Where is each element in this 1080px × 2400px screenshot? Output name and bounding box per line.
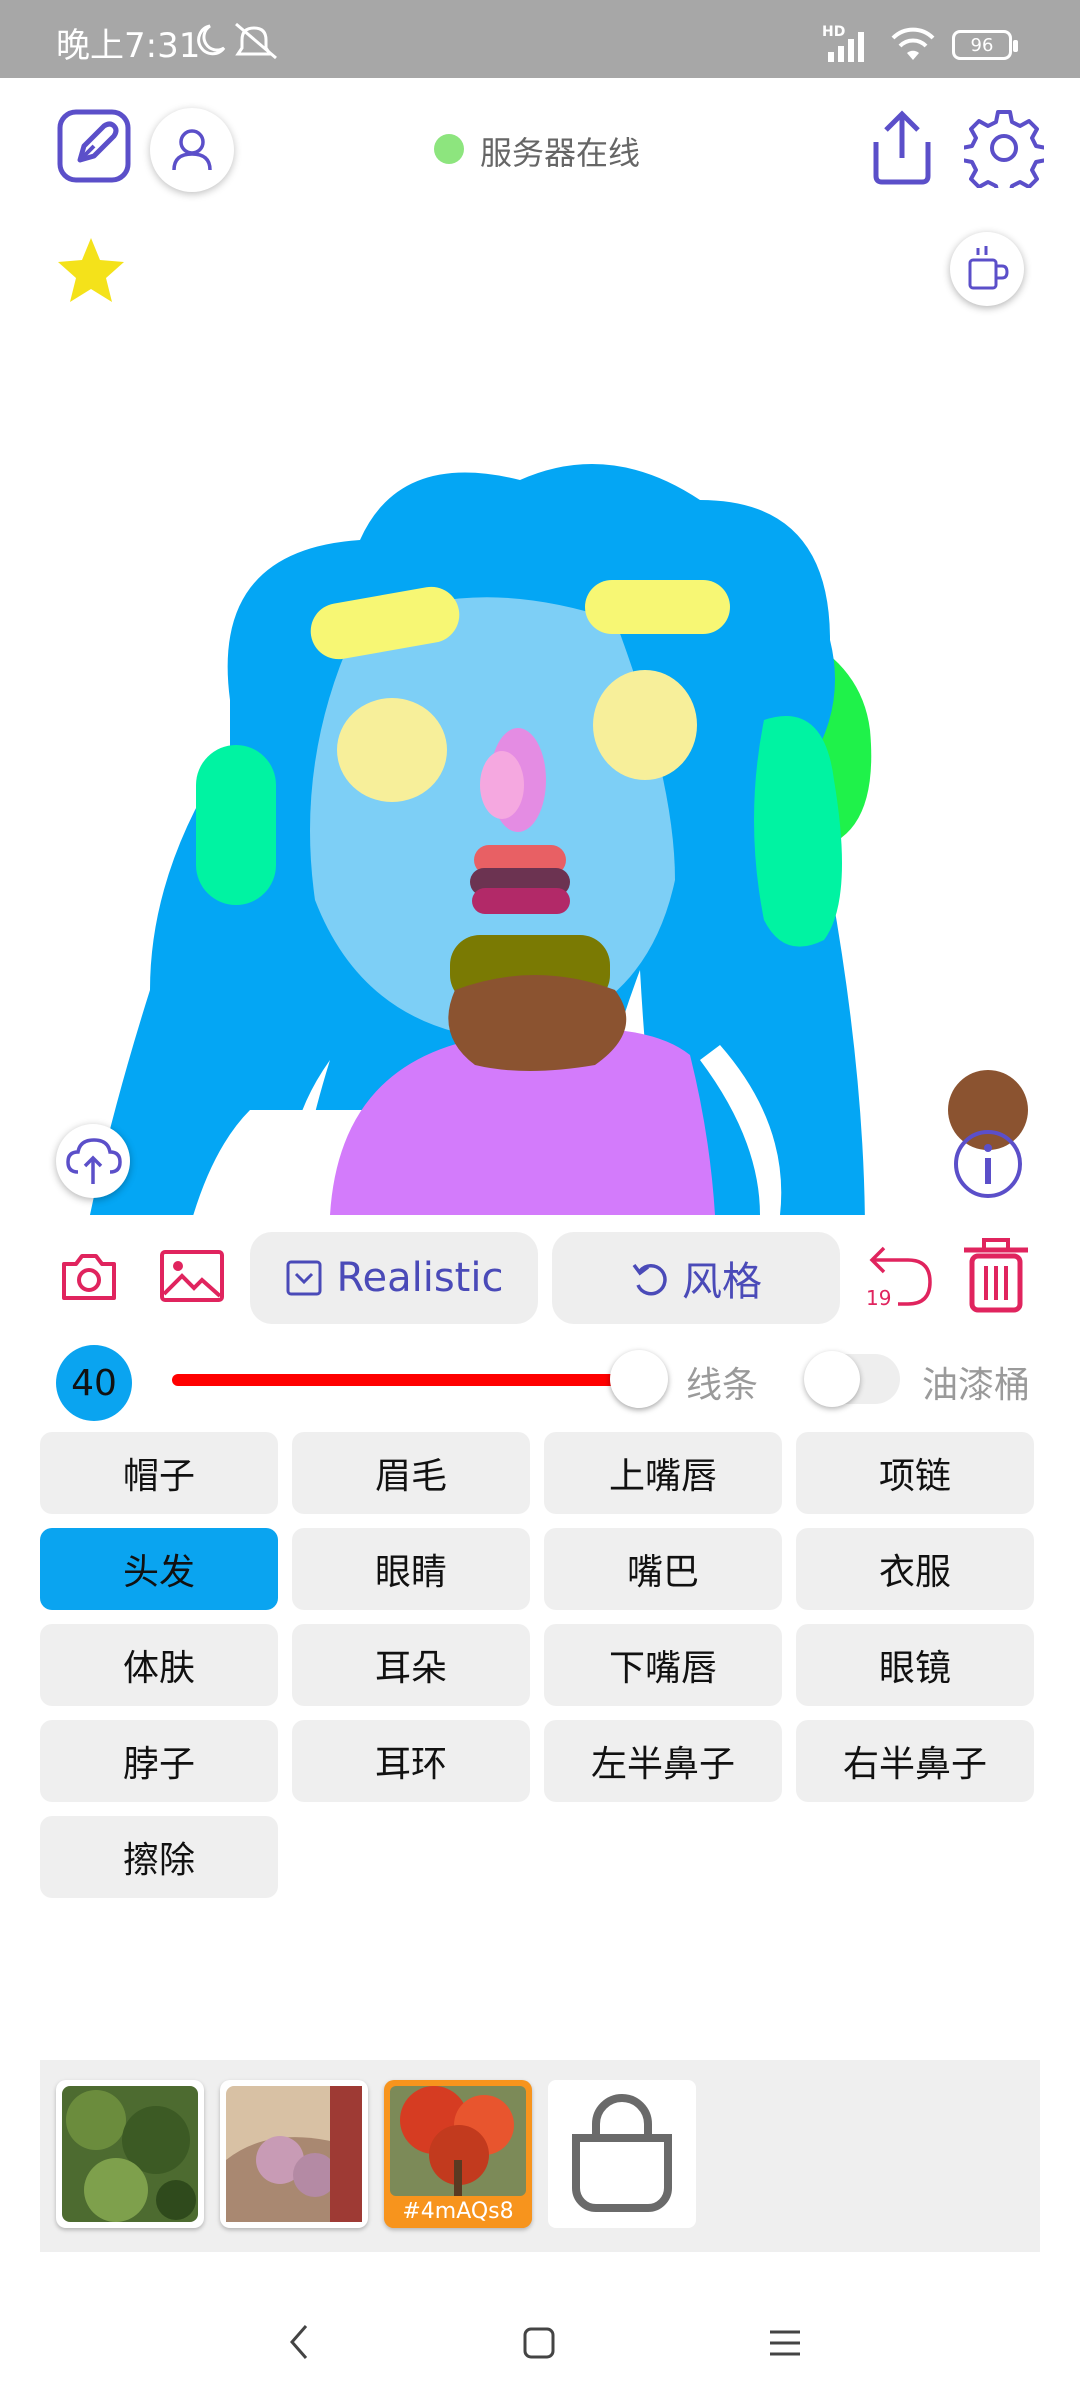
part-button-skin[interactable]: 体肤 [40, 1624, 278, 1706]
info-icon[interactable] [952, 1128, 1024, 1200]
part-button-ears[interactable]: 耳朵 [292, 1624, 530, 1706]
image-icon[interactable] [158, 1248, 226, 1304]
part-button-glasses[interactable]: 眼镜 [796, 1624, 1034, 1706]
status-time: 晚上7:31 [56, 26, 201, 66]
result-thumbnail-selected[interactable]: #4mAQs8 [384, 2080, 532, 2228]
settings-icon [960, 110, 1048, 198]
checkbox-dropdown-icon [286, 1260, 321, 1296]
refresh-icon [632, 1263, 667, 1296]
part-button-mouth[interactable]: 嘴巴 [544, 1528, 782, 1610]
part-button-neck[interactable]: 脖子 [40, 1720, 278, 1802]
sketch-drawing [89, 464, 1028, 1215]
user-button[interactable] [150, 108, 234, 192]
part-button-eyebrows[interactable]: 眉毛 [292, 1432, 530, 1514]
result-thumbnail-strip: #4mAQs8 [40, 2060, 1040, 2252]
part-button-hat[interactable]: 帽子 [40, 1432, 278, 1514]
part-button-clothes[interactable]: 衣服 [796, 1528, 1034, 1610]
result-thumbnail[interactable] [56, 2080, 204, 2228]
wifi-icon [891, 27, 935, 60]
favorite-star-icon[interactable] [56, 236, 126, 304]
cloud-upload-button[interactable] [56, 1124, 130, 1198]
part-button-right-nose[interactable]: 右半鼻子 [796, 1720, 1034, 1802]
home-nav-icon[interactable] [520, 2324, 560, 2364]
signal-icon [828, 32, 864, 62]
recent-apps-nav-icon[interactable] [766, 2324, 806, 2364]
undo-count: 19 [866, 1286, 892, 1310]
brush-size-slider-thumb[interactable] [610, 1350, 668, 1408]
coffee-button[interactable] [950, 232, 1024, 306]
trash-icon[interactable] [958, 1236, 1034, 1316]
battery-indicator: 96 [952, 30, 1012, 60]
part-button-hair[interactable]: 头发 [40, 1528, 278, 1610]
dnd-icon [197, 22, 277, 60]
part-button-eyes[interactable]: 眼睛 [292, 1528, 530, 1610]
edit-icon [57, 109, 131, 183]
paint-bucket-label: 油漆桶 [922, 1365, 1031, 1406]
thumbnail-image-flowers [226, 2086, 362, 2222]
part-button-necklace[interactable]: 项链 [796, 1432, 1034, 1514]
thumbnail-tag: #4mAQs8 [384, 2196, 532, 2228]
part-button-left-nose[interactable]: 左半鼻子 [544, 1720, 782, 1802]
server-status-text: 服务器在线 [480, 134, 641, 172]
part-button-earrings[interactable]: 耳环 [292, 1720, 530, 1802]
share-button[interactable] [864, 110, 940, 186]
part-button-erase[interactable]: 擦除 [40, 1816, 278, 1898]
cloud-upload-icon [66, 1138, 122, 1184]
status-bar: 晚上7:31 HD 96 [0, 0, 1080, 78]
result-thumbnail[interactable] [220, 2080, 368, 2228]
drawing-canvas[interactable] [0, 200, 1080, 1215]
brush-size-badge: 40 [56, 1345, 132, 1421]
settings-button[interactable] [960, 108, 1048, 198]
part-grid: 帽子 眉毛 上嘴唇 项链 头发 眼睛 嘴巴 衣服 体肤 耳朵 下嘴唇 眼镜 脖子… [40, 1432, 1038, 1898]
coffee-icon [968, 246, 1009, 290]
shop-button[interactable] [548, 2080, 696, 2228]
back-nav-icon[interactable] [280, 2322, 320, 2362]
battery-tip [1013, 40, 1018, 52]
system-navigation-bar [0, 2270, 1080, 2400]
style-label: 风格 [682, 1259, 762, 1305]
brush-size-slider[interactable] [172, 1374, 642, 1386]
paint-bucket-toggle-thumb[interactable] [804, 1351, 860, 1407]
edit-button[interactable] [56, 108, 132, 184]
part-button-lower-lip[interactable]: 下嘴唇 [544, 1624, 782, 1706]
server-status-dot [434, 134, 464, 164]
camera-icon[interactable] [58, 1250, 120, 1302]
stroke-mode-label: 线条 [686, 1365, 759, 1406]
model-label: Realistic [336, 1255, 504, 1301]
user-icon [172, 129, 212, 171]
share-icon [873, 110, 931, 185]
part-button-upper-lip[interactable]: 上嘴唇 [544, 1432, 782, 1514]
model-selector-button[interactable]: Realistic [250, 1232, 538, 1324]
thumbnail-image-plants [62, 2086, 198, 2222]
undo-button[interactable]: 19 [860, 1240, 936, 1310]
shopping-bag-icon [572, 2094, 672, 2212]
style-button[interactable]: 风格 [552, 1232, 840, 1324]
